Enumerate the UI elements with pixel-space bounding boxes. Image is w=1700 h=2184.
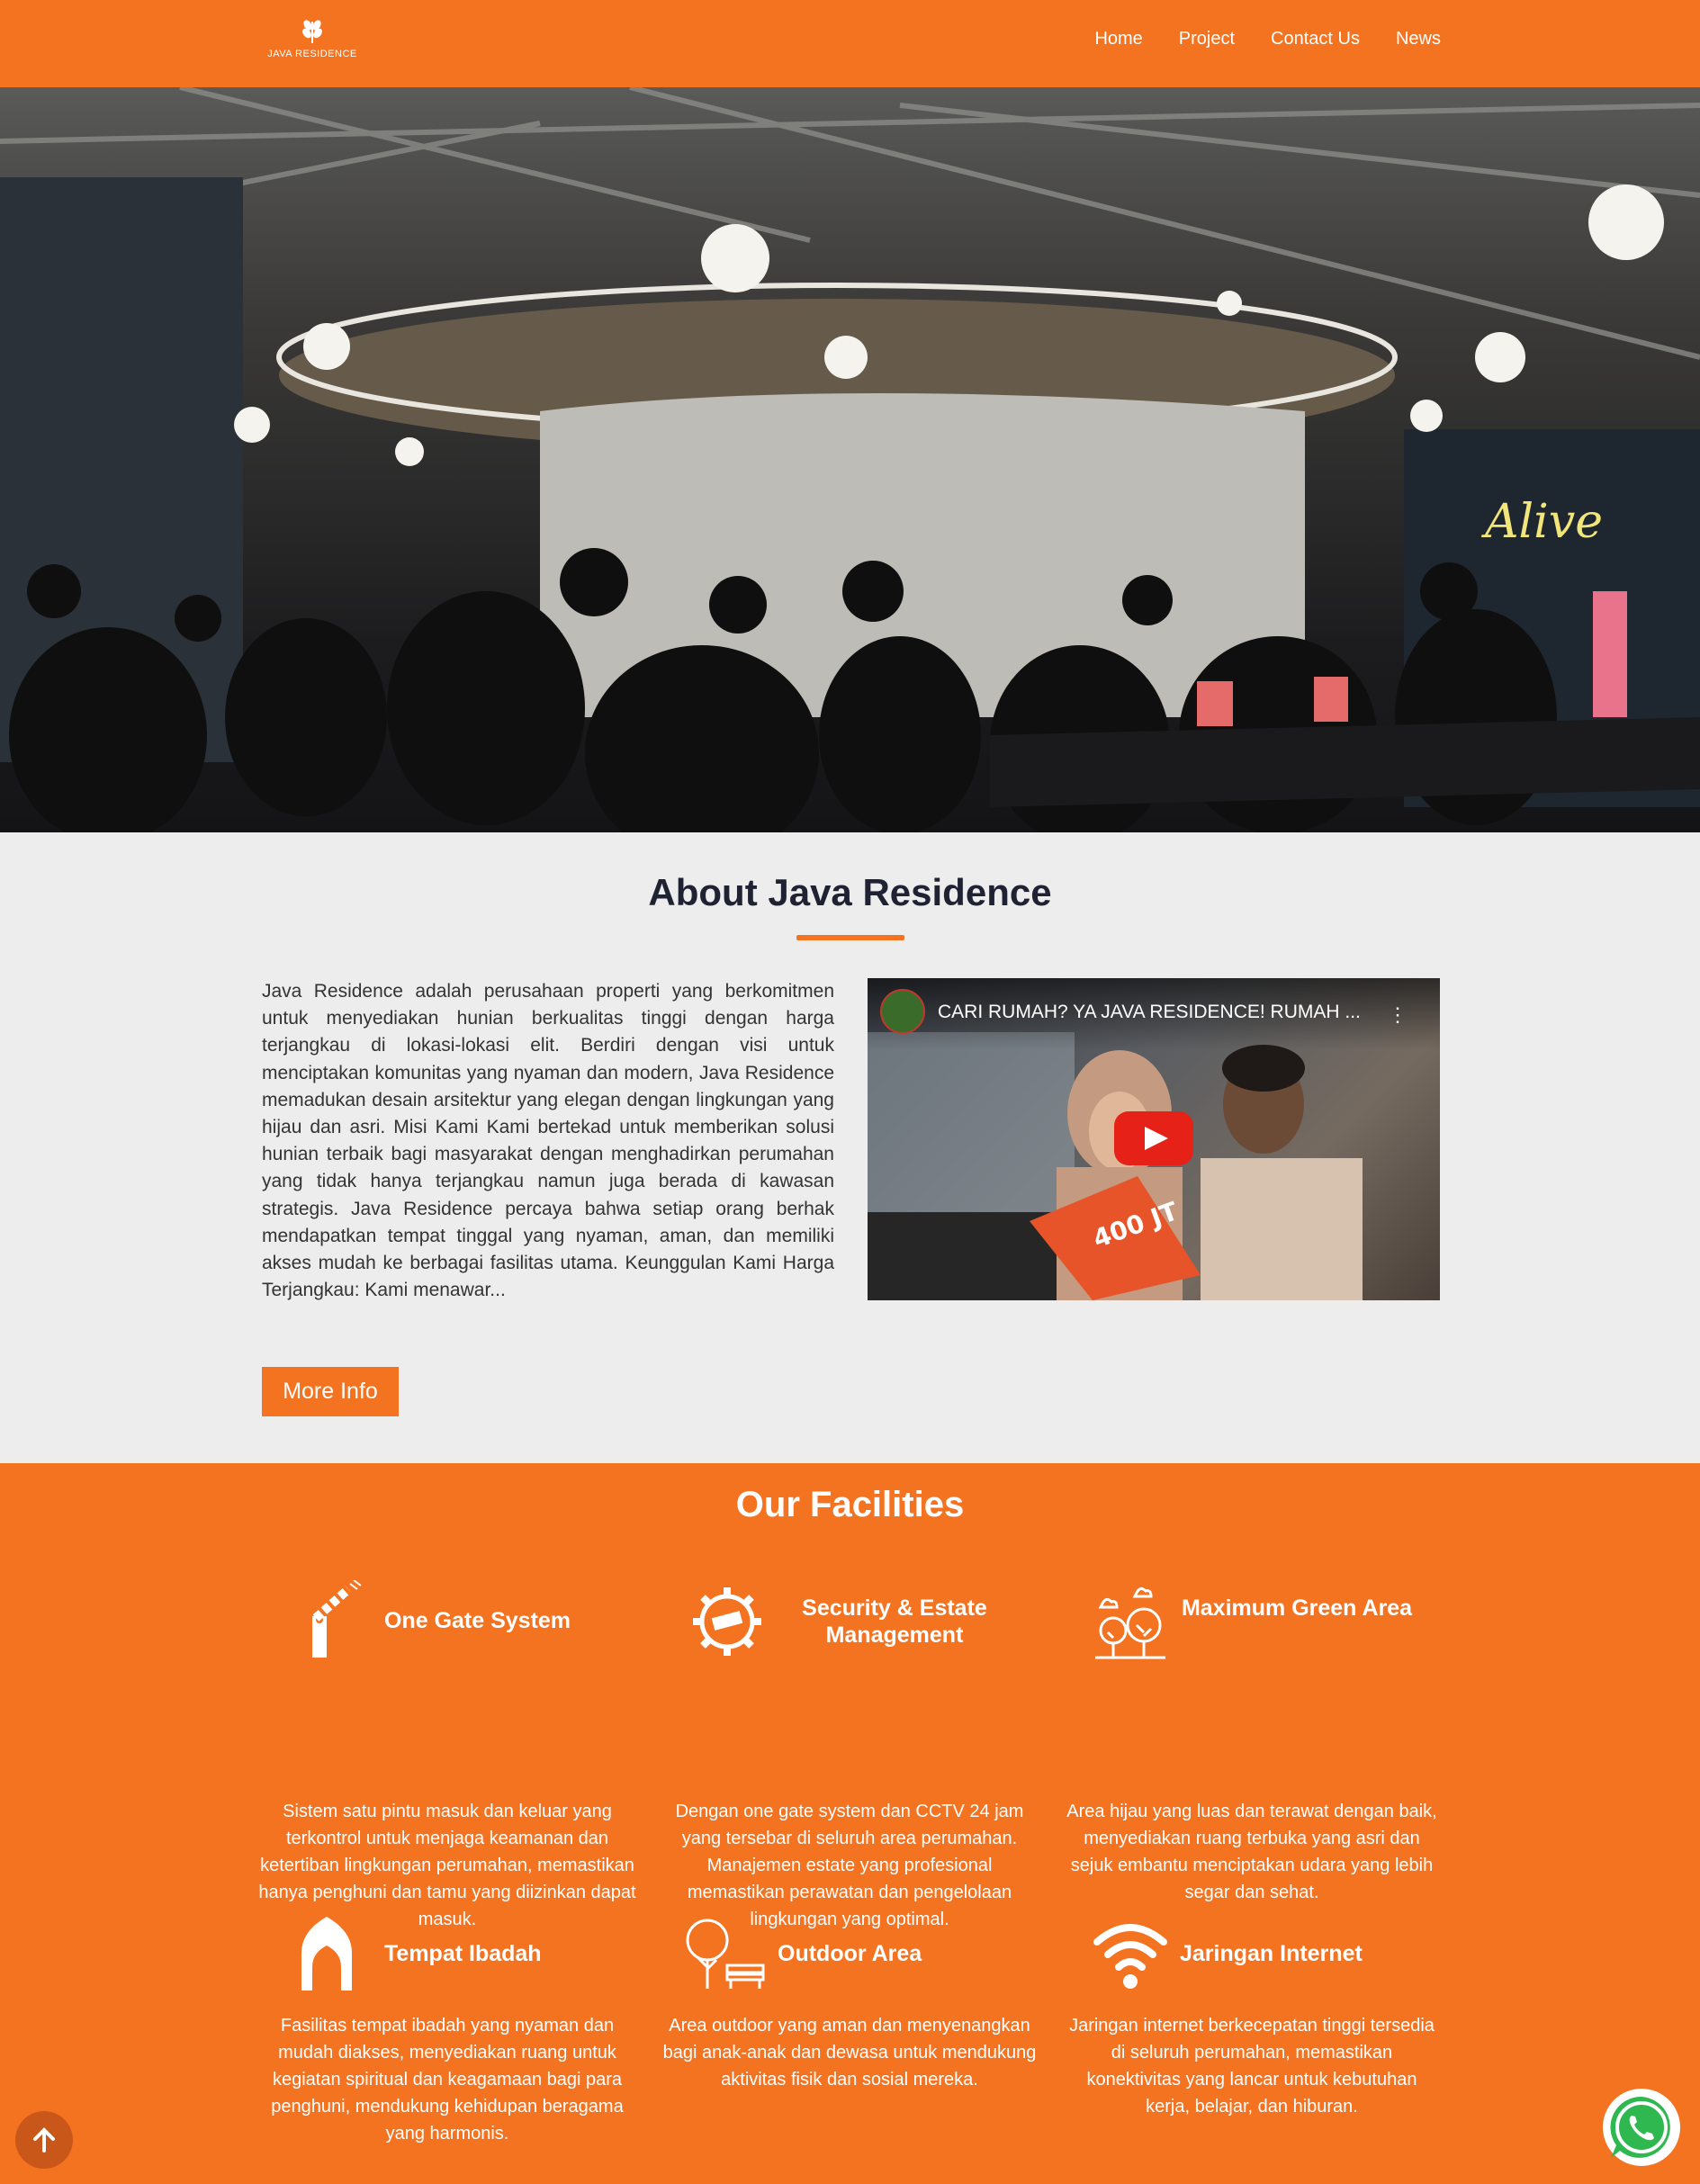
about-title: About Java Residence bbox=[648, 871, 1052, 913]
facilities-title: Our Facilities bbox=[735, 1485, 965, 1524]
facility-description: Fasilitas tempat ibadah yang nyaman dan … bbox=[271, 2016, 624, 2144]
video-title[interactable]: CARI RUMAH? YA JAVA RESIDENCE! RUMAH ... bbox=[938, 1002, 1388, 1023]
cctv-gear-icon bbox=[693, 1587, 761, 1656]
facility-card: Outdoor Area Area outdoor yang aman dan … bbox=[661, 1913, 1039, 2183]
hero-photo-illustration: Alive bbox=[0, 87, 1700, 832]
leaf-logo-icon bbox=[302, 20, 322, 43]
tree-bench-icon bbox=[686, 1919, 765, 1989]
facility-description: Area hijau yang luas dan terawat dengan … bbox=[1066, 1802, 1437, 1902]
facility-name: Jaringan Internet bbox=[1180, 1941, 1363, 1966]
scroll-to-top-button[interactable] bbox=[15, 2111, 73, 2169]
video-more-icon[interactable]: ⋮ bbox=[1388, 1003, 1408, 1027]
youtube-video-embed[interactable]: 400 JT CARI RUMAH? YA JAVA RESIDENCE! RU… bbox=[868, 978, 1440, 1300]
nav-contact-us[interactable]: Contact Us bbox=[1271, 29, 1360, 49]
gate-barrier-icon bbox=[312, 1580, 362, 1658]
wifi-icon bbox=[1093, 1924, 1167, 1989]
facility-name: Security & Estate Management bbox=[802, 1595, 987, 1648]
main-nav: Home Project Contact Us News bbox=[1094, 29, 1441, 49]
nav-home[interactable]: Home bbox=[1094, 29, 1142, 49]
facility-name: Tempat Ibadah bbox=[384, 1941, 542, 1966]
arrow-up-icon bbox=[33, 2127, 55, 2153]
nav-project[interactable]: Project bbox=[1179, 29, 1235, 49]
whatsapp-button[interactable] bbox=[1603, 2089, 1680, 2166]
hero-image: Alive bbox=[0, 87, 1700, 832]
facility-description: Jaringan internet berkecepatan tinggi te… bbox=[1069, 2016, 1435, 2117]
facility-name: Maximum Green Area bbox=[1181, 1595, 1413, 1621]
play-button-icon[interactable] bbox=[1114, 1111, 1193, 1165]
facility-card: Security & Estate Management Dengan one … bbox=[661, 1580, 1039, 1929]
facility-card: Tempat Ibadah Fasilitas tempat ibadah ya… bbox=[258, 1913, 636, 2183]
site-header: JAVA RESIDENCE Home Project Contact Us N… bbox=[0, 0, 1700, 87]
nav-news[interactable]: News bbox=[1396, 29, 1441, 49]
facility-card: Maximum Green Area Area hijau yang luas … bbox=[1063, 1580, 1441, 1902]
facility-card: Jaringan Internet Jaringan internet berk… bbox=[1063, 1913, 1441, 2183]
brand-name: JAVA RESIDENCE bbox=[267, 49, 357, 59]
whatsapp-icon bbox=[1610, 2096, 1670, 2158]
neon-sign: Alive bbox=[1481, 495, 1603, 549]
title-underline bbox=[796, 935, 904, 940]
mosque-arch-icon bbox=[301, 1917, 352, 1991]
channel-avatar[interactable] bbox=[880, 989, 925, 1034]
facility-description: Area outdoor yang aman dan menyenangkan … bbox=[662, 2016, 1037, 2090]
facility-name: One Gate System bbox=[384, 1608, 571, 1633]
brand-logo[interactable]: JAVA RESIDENCE bbox=[265, 18, 360, 68]
facility-card: One Gate System Sistem satu pintu masuk … bbox=[258, 1580, 636, 1929]
facilities-section: Our Facilities One Gate System Sistem sa… bbox=[0, 1463, 1700, 2184]
facility-name: Outdoor Area bbox=[778, 1941, 922, 1966]
more-info-button[interactable]: More Info bbox=[262, 1367, 399, 1416]
about-text: Java Residence adalah perusahaan propert… bbox=[262, 981, 834, 1301]
trees-icon bbox=[1095, 1586, 1165, 1659]
